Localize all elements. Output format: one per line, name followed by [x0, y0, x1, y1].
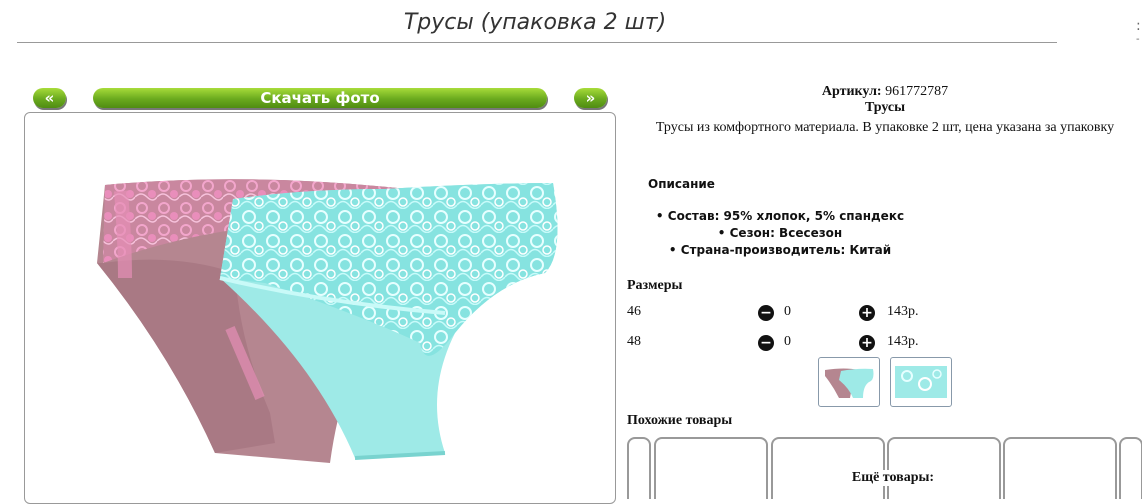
close-mark[interactable]: :: [1136, 18, 1141, 34]
price-value: 143р.: [887, 304, 919, 319]
quantity-value: 0: [784, 334, 791, 349]
page-title: Трусы (упаковка 2 шт): [403, 10, 667, 35]
similar-products-heading: Похожие товары: [627, 413, 733, 428]
similar-product-card[interactable]: [627, 437, 651, 499]
property-composition: Состав: 95% хлопок, 5% спандекс: [630, 208, 930, 225]
quantity-value: 0: [784, 304, 791, 319]
similar-product-card[interactable]: [1119, 437, 1142, 499]
size-value: 48: [627, 334, 641, 349]
size-row: 46 − 0 + 143р.: [627, 304, 947, 324]
size-value: 46: [627, 304, 641, 319]
similar-product-card[interactable]: [887, 437, 1001, 499]
minus-circle-icon[interactable]: −: [758, 305, 774, 321]
similar-product-card[interactable]: [771, 437, 885, 499]
minus-circle-icon[interactable]: −: [758, 335, 774, 351]
thumbnail-image: [895, 366, 947, 398]
property-season: Сезон: Всесезон: [630, 225, 930, 242]
product-short-description: Трусы из комфортного материала. В упаков…: [655, 120, 1115, 135]
property-country: Страна-производитель: Китай: [630, 242, 930, 259]
corner-tick: -: [1136, 34, 1140, 45]
property-list: Состав: 95% хлопок, 5% спандекс Сезон: В…: [630, 208, 930, 259]
photo-thumbnail[interactable]: [890, 357, 952, 407]
photo-thumbnail[interactable]: [818, 357, 880, 407]
article-label: Артикул:: [821, 84, 882, 99]
price-value: 143р.: [887, 334, 919, 349]
product-name: Трусы: [864, 100, 906, 115]
more-products-label: Ещё товары:: [800, 470, 986, 486]
prev-photo-button[interactable]: «: [33, 88, 66, 108]
product-photo: [24, 112, 616, 504]
article-value: 961772787: [885, 84, 949, 99]
product-info: Артикул: 961772787 Трусы Трусы из комфор…: [640, 84, 1130, 137]
plus-circle-icon[interactable]: +: [859, 305, 875, 321]
description-heading: Описание: [648, 177, 715, 191]
article-line: Артикул: 961772787: [640, 84, 1130, 100]
plus-circle-icon[interactable]: +: [859, 335, 875, 351]
similar-product-card[interactable]: [654, 437, 768, 499]
thumbnail-image: [825, 368, 874, 398]
sizes-heading: Размеры: [627, 278, 683, 293]
next-photo-button[interactable]: »: [574, 88, 607, 108]
panties-illustration: [97, 179, 558, 463]
similar-product-card[interactable]: [1003, 437, 1117, 499]
title-divider: [17, 42, 1057, 43]
size-row: 48 − 0 + 143р.: [627, 334, 947, 354]
download-photo-button[interactable]: Скачать фото: [93, 88, 547, 108]
